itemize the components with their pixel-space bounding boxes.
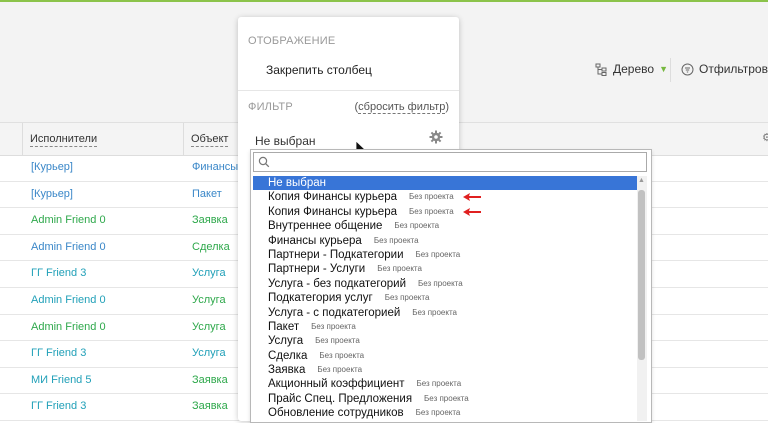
dropdown-option[interactable]: Услуга - с подкатегорией Без проекта [253,306,637,320]
reset-filter-close-paren: ) [445,101,449,113]
option-label: Услуга [268,335,304,348]
filter-current-value[interactable]: Не выбран [255,134,316,148]
object-cell[interactable]: Заявка [192,374,228,386]
dropdown-option[interactable]: Заявка Без проекта [253,363,637,377]
object-cell[interactable]: Сделка [192,241,230,253]
option-project-label: Без проекта [315,336,360,346]
option-label: Прайс Спец. Предложения [268,392,413,405]
executor-cell[interactable]: Admin Friend 0 [31,214,106,226]
option-label: Партнери - Услуги [268,263,366,276]
gear-icon[interactable] [429,130,443,144]
dropdown-option[interactable]: Внутреннее общение Без проекта [253,219,637,233]
executor-cell[interactable]: ГГ Friend 3 [31,267,86,279]
executor-cell[interactable]: [Курьер] [31,188,73,200]
executor-cell[interactable]: Admin Friend 0 [31,321,106,333]
column-header-executors[interactable]: Исполнители [30,133,98,147]
dropdown-option[interactable]: Сделка Без проекта [253,349,637,363]
option-project-label: Без проекта [373,235,419,245]
option-project-label: Без проекта [311,321,356,331]
dropdown-options-list: Не выбран Копия Финансы курьера Без проект… [253,176,637,421]
object-cell[interactable]: Услуга [192,321,226,333]
filter-section-title: ФИЛЬТР [248,101,293,113]
dropdown-option[interactable]: Пакет Без проекта [253,320,637,334]
executor-cell[interactable]: [Курьер] [31,161,73,173]
column-divider [183,123,184,155]
option-project-label: Без проекта [418,278,463,288]
option-project-label: Без проекта [317,365,363,375]
panel-divider [238,90,459,91]
object-cell[interactable]: Услуга [192,267,226,279]
executor-cell[interactable]: ГГ Friend 3 [31,400,86,412]
filter-dropdown: Не выбран Копия Финансы курьера Без проект… [250,149,652,423]
dropdown-option[interactable]: Финансы курьера Без проекта [253,234,637,248]
scroll-up-icon[interactable]: ▲ [638,177,645,184]
option-project-label: Без проекта [394,221,440,231]
option-label: Сделка [268,349,308,362]
column-settings-icon[interactable]: ⚙ [762,131,768,144]
display-section-title: ОТОБРАЖЕНИЕ [248,35,336,47]
option-label: Заявка [268,364,306,377]
tree-view-button[interactable]: Дерево ▼ [595,62,668,76]
object-cell[interactable]: Услуга [192,294,226,306]
dropdown-option[interactable]: Обновление сотрудников Без проекта [253,406,637,420]
option-label: Копия Финансы курьера [268,205,397,218]
option-label: Подкатегория услуг [268,292,373,305]
red-arrow-icon [462,193,481,202]
filter-icon [681,63,694,75]
option-label: Услуга - с подкатегорией [268,306,401,319]
option-project-label: Без проекта [377,264,422,274]
dropdown-search-input[interactable] [253,152,647,172]
reset-filter-link[interactable]: (сбросить фильтр) [355,101,449,114]
option-label: Услуга - без подкатегорий [268,277,406,290]
chevron-down-icon: ▼ [659,64,668,74]
executor-cell[interactable]: Admin Friend 0 [31,241,106,253]
dropdown-option[interactable]: Услуга - без подкатегорий Без проекта [253,277,637,291]
dropdown-option[interactable]: Акционный коэффициент Без проекта [253,377,637,391]
option-label: Акционный коэффициент [268,378,405,391]
dropdown-option[interactable]: Услуга Без проекта [253,334,637,348]
object-cell[interactable]: Услуга [192,347,226,359]
filter-button[interactable]: Отфильтроват [681,62,768,76]
object-cell[interactable]: Пакет [192,188,222,200]
option-label: Внутреннее общение [268,220,383,233]
option-project-label: Без проекта [424,393,469,403]
search-icon [258,156,270,168]
pin-column-button[interactable]: Закрепить столбец [266,63,372,77]
executor-cell[interactable]: ГГ Friend 3 [31,347,86,359]
executor-cell[interactable]: Admin Friend 0 [31,294,106,306]
option-label: Партнери - Подкатегории [268,248,404,261]
option-project-label: Без проекта [384,293,430,303]
dropdown-scrollbar-thumb[interactable] [638,190,645,360]
column-divider [22,123,23,155]
option-project-label: Без проекта [412,307,457,317]
toolbar-divider [670,58,671,82]
dropdown-option[interactable]: Прайс Спец. Предложения Без проекта [253,392,637,406]
red-arrow-icon [462,207,481,216]
dropdown-option[interactable]: Копия Финансы курьера Без проекта [253,205,637,219]
dropdown-option[interactable]: Партнери - Услуги Без проекта [253,262,637,276]
reset-filter-label: сбросить фильтр [358,101,446,114]
option-project-label: Без проекта [415,408,461,418]
option-label: Копия Финансы курьера [268,191,397,204]
dropdown-option[interactable]: Партнери - Подкатегории Без проекта [253,248,637,262]
option-project-label: Без проекта [416,379,462,389]
option-label: Обновление сотрудников [268,407,404,420]
object-cell[interactable]: Заявка [192,214,228,226]
option-project-label: Без проекта [415,249,461,259]
dropdown-option[interactable]: Не выбран [253,176,637,191]
column-header-object[interactable]: Объект [191,133,229,147]
option-label: Не выбран [268,177,326,189]
tree-view-label: Дерево [613,62,655,76]
option-label: Пакет [268,320,300,333]
filter-label: Отфильтроват [699,62,768,76]
option-project-label: Без проекта [409,192,454,202]
tree-icon [595,63,607,76]
dropdown-option[interactable]: Копия Финансы курьера Без проекта [253,190,637,204]
option-label: Финансы курьера [268,234,362,247]
dropdown-option[interactable]: Подкатегория услуг Без проекта [253,291,637,305]
option-project-label: Без проекта [409,206,454,216]
executor-cell[interactable]: МИ Friend 5 [31,374,91,386]
object-cell[interactable]: Заявка [192,400,228,412]
option-project-label: Без проекта [319,350,365,360]
